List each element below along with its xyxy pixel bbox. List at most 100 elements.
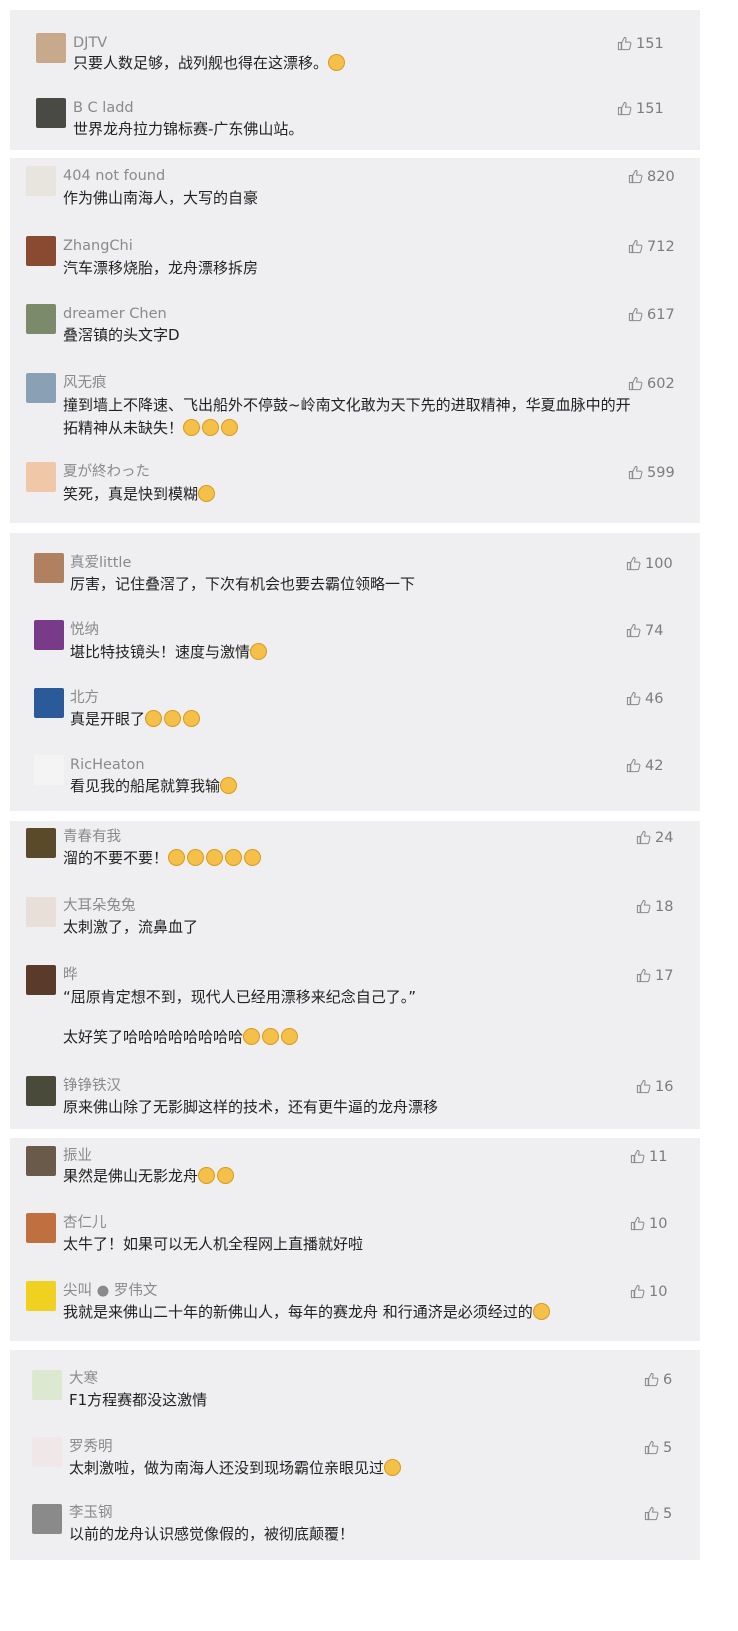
thumbs-up-icon [626, 623, 641, 638]
emoji-icon [183, 710, 201, 727]
avatar[interactable] [26, 304, 56, 334]
like-button[interactable]: 602 [628, 375, 675, 393]
thumbs-up-icon [628, 307, 643, 322]
avatar[interactable] [36, 98, 66, 128]
commenter-name[interactable]: 晔 [63, 966, 78, 984]
commenter-name[interactable]: 风无痕 [63, 374, 107, 392]
like-button[interactable]: 17 [636, 967, 673, 985]
thumbs-up-icon [626, 556, 641, 571]
like-count: 46 [645, 691, 664, 707]
avatar[interactable] [26, 236, 56, 266]
avatar[interactable] [26, 1213, 56, 1243]
like-button[interactable]: 16 [636, 1078, 673, 1096]
avatar[interactable] [26, 897, 56, 927]
thumbs-up-icon [626, 691, 641, 706]
avatar[interactable] [26, 166, 56, 196]
like-button[interactable]: 100 [626, 555, 673, 573]
emoji-icon [206, 849, 224, 866]
commenter-name[interactable]: 杏仁儿 [63, 1214, 107, 1232]
like-button[interactable]: 11 [630, 1148, 667, 1166]
thumbs-up-icon [617, 36, 632, 51]
commenter-name[interactable]: 铮铮铁汉 [63, 1077, 121, 1095]
avatar[interactable] [34, 755, 64, 785]
commenter-name[interactable]: B C ladd [73, 99, 134, 117]
commenter-name[interactable]: 李玉钢 [69, 1504, 113, 1522]
like-button[interactable]: 5 [644, 1439, 672, 1457]
comment-text: 厉害，记住叠滘了，下次有机会也要去霸位领略一下 [70, 572, 415, 596]
avatar[interactable] [26, 1281, 56, 1311]
commenter-name[interactable]: 悦纳 [70, 621, 99, 639]
like-button[interactable]: 46 [626, 690, 663, 708]
like-button[interactable]: 18 [636, 898, 673, 916]
commenter-name[interactable]: dreamer Chen [63, 305, 167, 323]
like-button[interactable]: 712 [628, 238, 675, 256]
like-count: 42 [645, 758, 664, 774]
comment-text: 看见我的船尾就算我输 [70, 774, 239, 798]
avatar[interactable] [32, 1504, 62, 1534]
emoji-icon [198, 1167, 216, 1184]
commenter-name[interactable]: 大寒 [69, 1370, 98, 1388]
avatar[interactable] [26, 828, 56, 858]
comment-text: 只要人数足够，战列舰也得在这漂移。 [73, 51, 347, 75]
avatar[interactable] [36, 33, 66, 63]
like-count: 5 [663, 1440, 673, 1456]
emoji-icon [183, 419, 201, 436]
thumbs-up-icon [644, 1506, 659, 1521]
comment-text-content: 太牛了！如果可以无人机全程网上直播就好啦 [63, 1235, 364, 1253]
like-count: 151 [636, 36, 664, 52]
like-count: 24 [655, 830, 674, 846]
like-button[interactable]: 151 [617, 100, 664, 118]
avatar[interactable] [26, 965, 56, 995]
avatar[interactable] [26, 1146, 56, 1176]
like-button[interactable]: 24 [636, 829, 673, 847]
commenter-name[interactable]: 罗秀明 [69, 1438, 113, 1456]
like-button[interactable]: 74 [626, 622, 663, 640]
comment-text-content: 只要人数足够，战列舰也得在这漂移。 [73, 54, 329, 72]
avatar[interactable] [26, 1076, 56, 1106]
avatar[interactable] [34, 553, 64, 583]
like-button[interactable]: 5 [644, 1505, 672, 1523]
avatar[interactable] [26, 462, 56, 492]
commenter-name[interactable]: 青春有我 [63, 828, 121, 846]
commenter-name[interactable]: 夏が終わった [63, 463, 150, 481]
comment-text: 太刺激啦，做为南海人还没到现场霸位亲眼见过 [69, 1456, 403, 1480]
comment-text: 太牛了！如果可以无人机全程网上直播就好啦 [63, 1232, 363, 1256]
like-button[interactable]: 599 [628, 464, 675, 482]
like-button[interactable]: 820 [628, 168, 675, 186]
avatar[interactable] [32, 1370, 62, 1400]
commenter-name[interactable]: 真爱little [70, 554, 131, 572]
commenter-name[interactable]: 404 not found [63, 167, 165, 185]
like-button[interactable]: 42 [626, 757, 663, 775]
thumbs-up-icon [636, 1079, 651, 1094]
avatar[interactable] [34, 620, 64, 650]
thumbs-up-icon [630, 1149, 645, 1164]
comment-text: 世界龙舟拉力锦标赛-广东佛山站。 [73, 117, 303, 141]
comment-text-content: F1方程赛都没这激情 [69, 1391, 208, 1409]
like-button[interactable]: 151 [617, 35, 664, 53]
commenter-name[interactable]: 振业 [63, 1147, 92, 1165]
like-button[interactable]: 10 [630, 1215, 667, 1233]
emoji-icon [243, 1028, 261, 1045]
like-count: 617 [647, 307, 675, 323]
commenter-name[interactable]: DJTV [73, 34, 107, 52]
like-button[interactable]: 6 [644, 1371, 672, 1389]
commenter-name[interactable]: 北方 [70, 689, 99, 707]
emoji-icon [217, 1167, 235, 1184]
comment-text: 作为佛山南海人，大写的自豪 [63, 186, 258, 210]
commenter-name[interactable]: 大耳朵兔兔 [63, 897, 136, 915]
comment-text: 以前的龙舟认识感觉像假的，被彻底颠覆！ [69, 1522, 354, 1546]
avatar[interactable] [34, 688, 64, 718]
comment-text: 撞到墙上不降速、飞出船外不停鼓~岭南文化敢为天下先的进取精神，华夏血脉中的开 [63, 393, 631, 417]
emoji-icon [202, 419, 220, 436]
comment-text-content: 溜的不要不要！ [63, 849, 169, 867]
avatar[interactable] [32, 1437, 62, 1467]
thumbs-up-icon [628, 465, 643, 480]
avatar[interactable] [26, 373, 56, 403]
comment-text-content: 世界龙舟拉力锦标赛-广东佛山站。 [73, 120, 304, 138]
commenter-name[interactable]: ZhangChi [63, 237, 133, 255]
commenter-name[interactable]: 尖叫 ● 罗伟文 [63, 1282, 157, 1300]
like-button[interactable]: 10 [630, 1283, 667, 1301]
like-button[interactable]: 617 [628, 306, 675, 324]
commenter-name[interactable]: RicHeaton [70, 756, 145, 774]
like-count: 599 [647, 465, 675, 481]
